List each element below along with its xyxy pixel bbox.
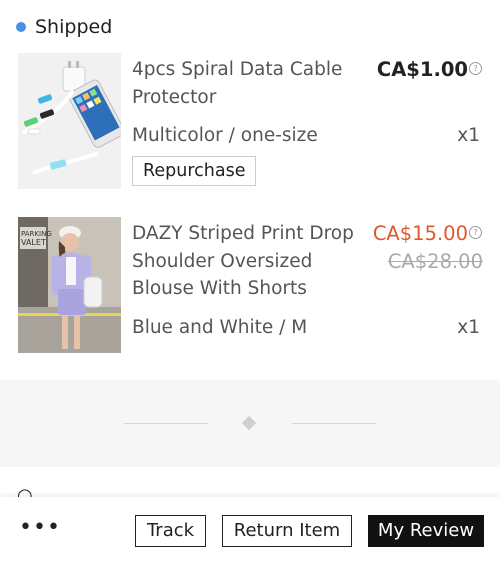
svg-text:VALET: VALET: [21, 238, 46, 247]
cable-protector-thumbnail[interactable]: [18, 53, 121, 189]
return-item-button[interactable]: Return Item: [222, 515, 352, 547]
divider-line-left: [124, 423, 208, 424]
my-review-button[interactable]: My Review: [368, 515, 484, 547]
bottom-action-bar: ••• Track Return Item My Review: [0, 497, 500, 564]
divider-line-right: [292, 423, 376, 424]
item-original-price: CA$28.00: [387, 250, 483, 273]
item-quantity: x1: [457, 125, 480, 146]
price-info-icon[interactable]: ?: [469, 62, 482, 75]
item-variant: Multicolor / one-size: [132, 125, 318, 146]
next-section-glyph: ○: [17, 485, 33, 497]
item-sale-price: CA$15.00: [372, 222, 468, 245]
status-dot-icon: [16, 22, 26, 32]
next-section-peek: ○: [0, 467, 500, 497]
track-button[interactable]: Track: [135, 515, 206, 547]
item-title[interactable]: DAZY Striped Print Drop Shoulder Oversiz…: [132, 220, 372, 303]
item-quantity: x1: [457, 317, 480, 338]
item-price: CA$1.00: [376, 58, 468, 81]
repurchase-button[interactable]: Repurchase: [132, 156, 257, 186]
order-status: Shipped: [16, 12, 112, 42]
price-info-icon[interactable]: ?: [469, 226, 482, 239]
item-title[interactable]: 4pcs Spiral Data Cable Protector: [132, 56, 372, 111]
order-item[interactable]: 4pcs Spiral Data Cable Protector CA$1.00…: [0, 52, 500, 192]
status-label: Shipped: [35, 16, 113, 38]
order-item[interactable]: PARKING VALET DAZY Striped Print Drop Sh…: [0, 216, 500, 356]
more-options-icon[interactable]: •••: [19, 515, 61, 540]
item-variant: Blue and White / M: [132, 317, 308, 338]
outfit-photo-thumbnail[interactable]: PARKING VALET: [18, 217, 121, 353]
svg-text:PARKING: PARKING: [21, 230, 52, 238]
